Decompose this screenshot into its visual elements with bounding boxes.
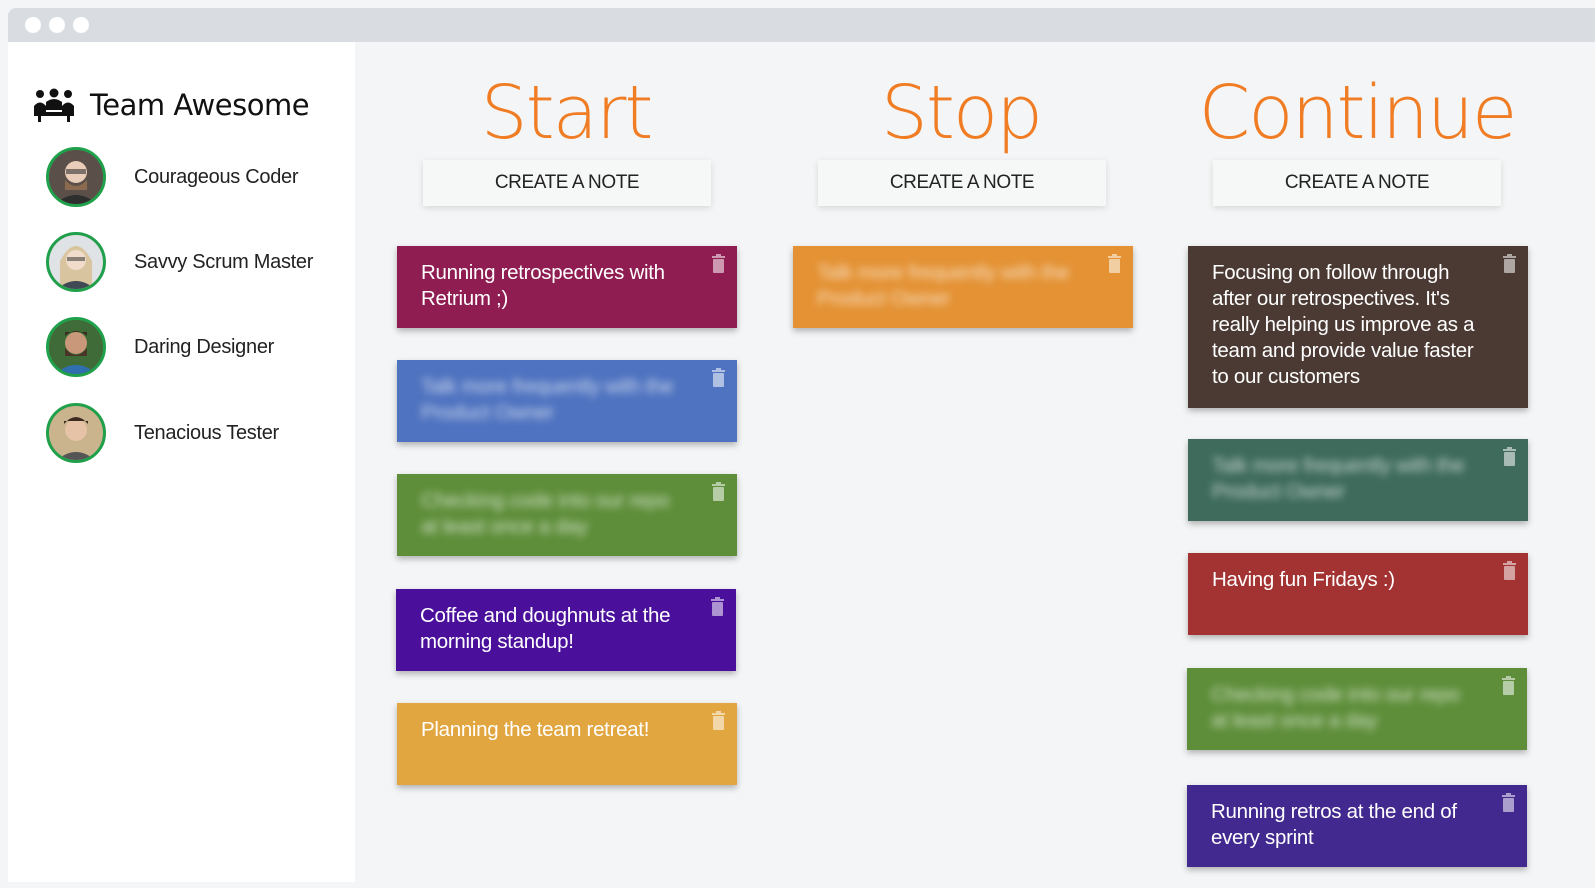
member-item[interactable]: Savvy Scrum Master — [46, 232, 313, 292]
member-name: Daring Designer — [134, 335, 275, 358]
note-text: Talk more frequently with the Product Ow… — [421, 375, 674, 424]
trash-icon[interactable] — [1108, 254, 1121, 273]
create-note-button[interactable]: CREATE A NOTE — [1213, 160, 1501, 206]
note-text: Having fun Fridays :) — [1212, 568, 1395, 591]
member-name: Tenacious Tester — [134, 421, 279, 444]
trash-icon[interactable] — [712, 254, 725, 273]
trash-icon[interactable] — [712, 482, 725, 501]
window-control-dot[interactable] — [25, 17, 41, 33]
note-text: Checking code into our repo at least onc… — [1211, 683, 1460, 732]
note-card[interactable]: Talk more frequently with the Product Ow… — [397, 360, 737, 442]
note-text: Running retrospectives with Retrium ;) — [421, 261, 665, 310]
team-name: Team Awesome — [90, 88, 310, 122]
member-name: Savvy Scrum Master — [134, 250, 314, 273]
note-text: Checking code into our repo at least onc… — [421, 489, 670, 538]
member-item[interactable]: Daring Designer — [46, 317, 274, 377]
window-control-dot[interactable] — [73, 17, 89, 33]
avatar — [46, 317, 106, 377]
team-icon — [34, 88, 74, 122]
note-card[interactable]: Coffee and doughnuts at the morning stan… — [396, 589, 736, 671]
note-card[interactable]: Checking code into our repo at least onc… — [397, 474, 737, 556]
note-card[interactable]: Planning the team retreat! — [397, 703, 737, 785]
trash-icon[interactable] — [712, 711, 725, 730]
trash-icon[interactable] — [711, 597, 724, 616]
note-card[interactable]: Focusing on follow through after our ret… — [1188, 246, 1528, 408]
create-note-button[interactable]: CREATE A NOTE — [423, 160, 711, 206]
trash-icon[interactable] — [1503, 254, 1516, 273]
note-card[interactable]: Talk more frequently with the Product Ow… — [793, 246, 1133, 328]
create-note-button[interactable]: CREATE A NOTE — [818, 160, 1106, 206]
note-card[interactable]: Running retros at the end of every sprin… — [1187, 785, 1527, 867]
note-text: Planning the team retreat! — [421, 718, 650, 741]
window-titlebar — [8, 8, 1595, 42]
member-item[interactable]: Tenacious Tester — [46, 403, 279, 463]
trash-icon[interactable] — [1502, 793, 1515, 812]
app-window: Team Awesome Courageous Coder Savvy Scru… — [8, 8, 1595, 888]
member-name: Courageous Coder — [134, 165, 299, 188]
member-item[interactable]: Courageous Coder — [46, 147, 299, 207]
note-text: Running retros at the end of every sprin… — [1211, 800, 1457, 849]
column-title-continue: Continue — [1198, 70, 1518, 156]
note-text: Focusing on follow through after our ret… — [1212, 261, 1475, 388]
note-card[interactable]: Running retrospectives with Retrium ;) — [397, 246, 737, 328]
team-sidebar: Team Awesome Courageous Coder Savvy Scru… — [8, 42, 355, 882]
trash-icon[interactable] — [712, 368, 725, 387]
trash-icon[interactable] — [1503, 561, 1516, 580]
avatar — [46, 403, 106, 463]
window-control-dot[interactable] — [49, 17, 65, 33]
column-title-stop: Stop — [880, 70, 1043, 156]
trash-icon[interactable] — [1502, 676, 1515, 695]
trash-icon[interactable] — [1503, 447, 1516, 466]
note-card[interactable]: Checking code into our repo at least onc… — [1187, 668, 1527, 750]
avatar — [46, 232, 106, 292]
note-text: Talk more frequently with the Product Ow… — [817, 261, 1070, 310]
note-text: Coffee and doughnuts at the morning stan… — [420, 604, 671, 653]
team-header: Team Awesome — [32, 88, 310, 122]
column-title-start: Start — [480, 70, 654, 156]
note-card[interactable]: Having fun Fridays :) — [1188, 553, 1528, 635]
avatar — [46, 147, 106, 207]
note-text: Talk more frequently with the Product Ow… — [1212, 454, 1465, 503]
note-card[interactable]: Talk more frequently with the Product Ow… — [1188, 439, 1528, 521]
